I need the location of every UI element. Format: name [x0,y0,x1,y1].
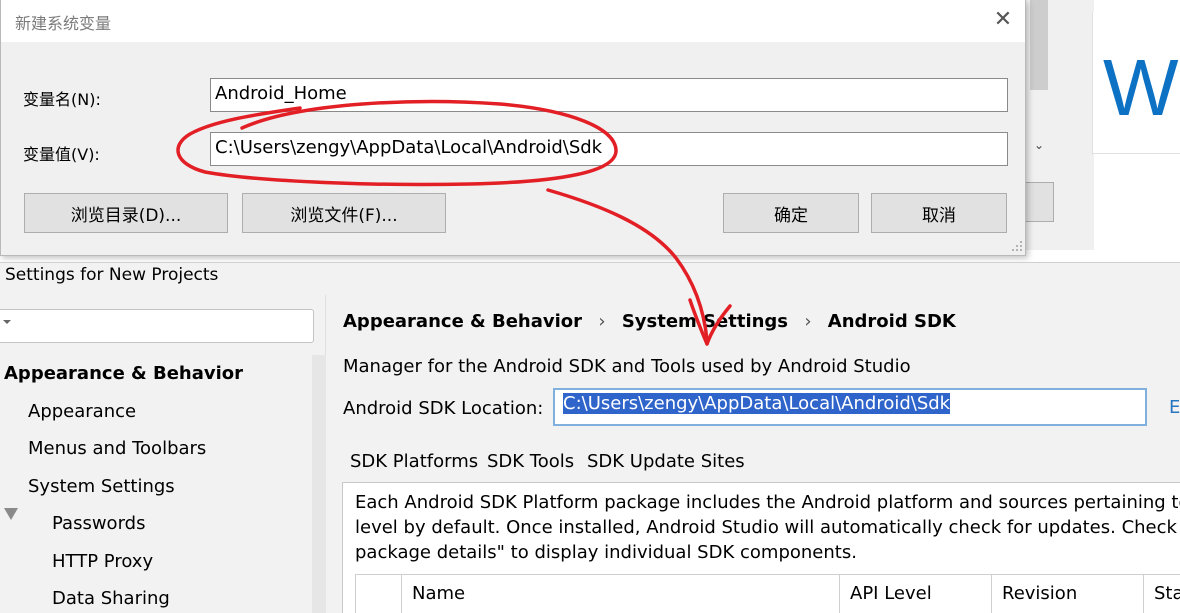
sdk-location-label: Android SDK Location: [343,398,544,419]
sdk-location-selected-text[interactable]: C:\Users\zengy\AppData\Local\Android\Sdk [563,393,951,414]
sidebar-item-appearance-behavior[interactable]: Appearance & Behavior [4,363,243,384]
cancel-button[interactable]: 取消 [871,193,1007,233]
active-tab-indicator [342,479,474,482]
sdk-location-edit-link[interactable]: E [1169,397,1180,418]
browse-file-button[interactable]: 浏览文件(F)... [242,193,446,233]
sidebar-item-passwords[interactable]: Passwords [52,513,145,534]
breadcrumb-separator-icon: › [804,311,812,332]
breadcrumb-appearance-behavior[interactable]: Appearance & Behavior [343,311,582,332]
background-welcome-text: Wi [1103,43,1180,132]
table-header-api-level[interactable]: API Level [840,575,992,613]
sidebar-item-appearance[interactable]: Appearance [28,401,136,422]
settings-search-input[interactable] [0,309,314,343]
sdk-platforms-panel: Each Android SDK Platform package includ… [342,482,1180,613]
sidebar-item-system-settings[interactable]: System Settings [28,476,175,497]
search-dropdown-icon[interactable] [3,313,13,327]
ok-button[interactable]: 确定 [723,193,859,233]
close-icon[interactable]: ✕ [989,6,1017,34]
dialog-title: 新建系统变量 [15,14,112,33]
variable-value-label: 变量值(V): [23,145,100,164]
settings-content: Appearance & Behavior › System Settings … [326,295,1180,613]
expand-triangle-icon[interactable] [4,508,18,524]
breadcrumb-android-sdk: Android SDK [827,311,956,332]
background-window-frame [1054,0,1094,250]
sdk-location-input[interactable]: C:\Users\zengy\AppData\Local\Android\Sdk [553,388,1147,426]
background-button-edge [1024,182,1054,222]
sidebar-item-data-sharing[interactable]: Data Sharing [52,588,170,609]
panel-description-line: level by default. Once installed, Androi… [355,517,1180,538]
variable-value-input[interactable]: C:\Users\zengy\AppData\Local\Android\Sdk [210,132,1008,166]
settings-window-title: Settings for New Projects [5,265,219,285]
resize-grip-icon[interactable] [1011,240,1023,252]
sdk-package-table: Name API Level Revision Sta [355,574,1180,613]
table-header-checkbox[interactable] [356,575,402,613]
tab-sdk-platforms[interactable]: SDK Platforms [350,451,478,472]
background-scroll-down-icon[interactable]: ⌄ [1026,132,1052,158]
settings-sidebar: Appearance & Behavior Appearance Menus a… [0,295,326,613]
page-description: Manager for the Android SDK and Tools us… [343,356,911,377]
sidebar-scrollbar[interactable] [312,355,326,613]
background-scrollbar-thumb[interactable] [1030,0,1048,90]
panel-description-line: package details" to display individual S… [355,542,857,563]
breadcrumb-system-settings[interactable]: System Settings [622,311,788,332]
background-welcome-panel: Wi [1092,12,1180,154]
sidebar-item-menus-toolbars[interactable]: Menus and Toolbars [28,438,206,459]
browse-directory-button[interactable]: 浏览目录(D)... [24,193,228,233]
new-system-variable-dialog: 新建系统变量 ✕ 变量名(N): Android_Home 变量值(V): C:… [0,0,1026,256]
variable-name-label: 变量名(N): [23,90,101,109]
breadcrumb-separator-icon: › [598,311,606,332]
table-header-status[interactable]: Sta [1144,575,1180,613]
variable-name-input[interactable]: Android_Home [210,78,1008,112]
panel-description-line: Each Android SDK Platform package includ… [355,492,1180,513]
tab-sdk-tools[interactable]: SDK Tools [487,451,574,472]
settings-window: Settings for New Projects Appearance & B… [0,262,1180,613]
sidebar-item-http-proxy[interactable]: HTTP Proxy [52,551,153,572]
dialog-titlebar[interactable]: 新建系统变量 ✕ [1,0,1025,42]
table-header-name[interactable]: Name [402,575,840,613]
tab-sdk-update-sites[interactable]: SDK Update Sites [587,451,745,472]
table-header-revision[interactable]: Revision [992,575,1144,613]
breadcrumb: Appearance & Behavior › System Settings … [343,311,956,332]
